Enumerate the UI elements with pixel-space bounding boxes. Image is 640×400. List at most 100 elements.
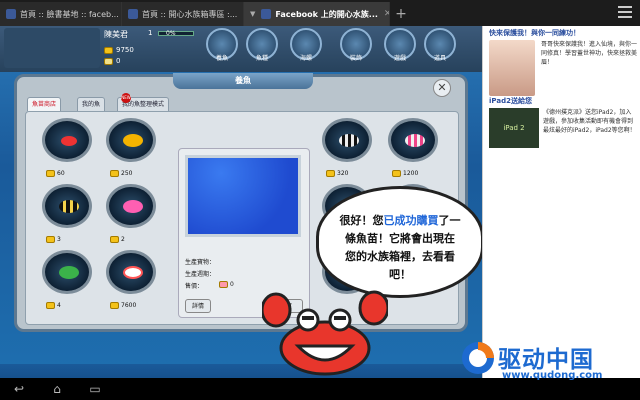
fish-slot[interactable] bbox=[42, 184, 92, 228]
fish-slot[interactable] bbox=[106, 184, 156, 228]
details-button[interactable]: 詳情 bbox=[185, 299, 211, 313]
ad-text-2: 《德州撲克派》送您iPad2，加入遊戲，參加收集活動即有機會得到最炫最好的iPa… bbox=[543, 109, 636, 134]
coin-counter: 9750 bbox=[104, 46, 134, 54]
favicon-icon bbox=[261, 9, 272, 19]
ad-title-2[interactable]: iPad2送給您 bbox=[489, 96, 532, 106]
favicon-icon bbox=[128, 9, 138, 19]
crab-mascot-icon bbox=[262, 290, 388, 376]
price-value: 250 bbox=[121, 170, 133, 177]
speech-bubble-text: 很好！您已成功購買了一 條魚苗！它將會出現在 您的水族箱裡，去看看 吧！ bbox=[324, 212, 476, 284]
gem-counter: 0 bbox=[104, 57, 120, 65]
fish-icon bbox=[59, 266, 79, 279]
coin-icon bbox=[104, 46, 113, 54]
ad-title-1[interactable]: 快來保護我！與你一同練功！ bbox=[489, 28, 639, 38]
recent-apps-icon[interactable]: ▭ bbox=[86, 382, 104, 396]
close-icon[interactable]: ✕ bbox=[433, 79, 451, 97]
coin-icon bbox=[46, 302, 55, 309]
level-number: 1 bbox=[148, 29, 153, 37]
system-nav-bar: ↩ ⌂ ▭ bbox=[0, 378, 640, 400]
ad-column: 快來保護我！與你一同練功！ 哥哥快來保護我！進入仙境，與你一同修真！學習蓋世神功… bbox=[482, 26, 640, 378]
bubble-line-3: 您的水族箱裡，去看看 bbox=[345, 250, 455, 263]
fish-slot[interactable] bbox=[42, 118, 92, 162]
tab-dropdown-icon[interactable]: ▼ bbox=[250, 10, 255, 18]
tab-label: 首頁 :: 臉書基地 :: faceb... bbox=[20, 9, 119, 19]
fish-slot[interactable] bbox=[388, 118, 438, 162]
production-label: 生產寶物： bbox=[185, 259, 216, 266]
fish-slot[interactable] bbox=[106, 250, 156, 294]
fish-icon bbox=[61, 136, 77, 146]
fish-icon bbox=[123, 200, 143, 213]
price-label: 售價： bbox=[185, 283, 204, 290]
browser-tab-2[interactable]: 首頁 :: 開心水族箱專區 :... bbox=[122, 2, 244, 26]
fish-icon bbox=[123, 266, 143, 279]
coin-icon bbox=[46, 236, 55, 243]
browser-tab-3[interactable]: ▼ Facebook 上的開心水族... ✕ bbox=[244, 2, 390, 26]
game-top-bar: 陳美君 1 0% 9750 0 養魚 魚種 海螺 裝飾 遊戲 道具 bbox=[0, 26, 482, 72]
screen: 首頁 :: 臉書基地 :: faceb... 首頁 :: 開心水族箱專區 :..… bbox=[0, 0, 640, 400]
tab-my-fish[interactable]: 我的魚 bbox=[77, 97, 106, 111]
price-value: 60 bbox=[57, 170, 65, 177]
menu-label: 養魚 bbox=[215, 55, 228, 62]
bubble-text: 很好！您 bbox=[339, 214, 384, 227]
coin-icon bbox=[326, 170, 335, 177]
fish-icon bbox=[59, 200, 79, 213]
fish-price: 3 bbox=[46, 236, 61, 243]
menu-label: 裝飾 bbox=[349, 55, 362, 62]
fish-price: 4 bbox=[46, 302, 61, 309]
level-percent: 0% bbox=[166, 30, 176, 37]
coin-icon bbox=[110, 236, 119, 243]
ad-text-1: 哥哥快來保護我！進入仙境，與你一同修真！學習蓋世神功，快來拯救美眉！ bbox=[541, 41, 638, 66]
username: 陳美君 bbox=[104, 30, 128, 39]
level-progress-bar bbox=[158, 31, 194, 36]
fish-slot[interactable] bbox=[106, 118, 156, 162]
bubble-line-4: 吧！ bbox=[389, 268, 411, 281]
bubble-highlight: 已成功購買 bbox=[383, 214, 439, 227]
new-badge: NEW bbox=[121, 93, 131, 103]
price-value: 1200 bbox=[403, 170, 419, 177]
fish-icon bbox=[123, 134, 143, 147]
coin-icon bbox=[46, 170, 55, 177]
back-icon[interactable]: ↩ bbox=[10, 382, 28, 396]
price-display: 0 bbox=[219, 281, 234, 288]
new-tab-button[interactable]: + bbox=[390, 2, 412, 26]
fish-icon bbox=[339, 134, 359, 147]
fish-price: 1200 bbox=[392, 170, 418, 177]
home-icon[interactable]: ⌂ bbox=[48, 382, 66, 396]
watermark-logo-icon bbox=[462, 342, 494, 374]
tab-fish-shop[interactable]: 魚苗商店 bbox=[27, 97, 62, 111]
fish-slot[interactable] bbox=[42, 250, 92, 294]
price-value: 3 bbox=[57, 236, 61, 243]
menu-label: 海螺 bbox=[299, 55, 312, 62]
gem-icon bbox=[104, 57, 113, 65]
fish-preview-tank bbox=[185, 155, 301, 237]
browser-tab-1[interactable]: 首頁 :: 臉書基地 :: faceb... bbox=[0, 2, 122, 26]
dialog-title: 養魚 bbox=[173, 73, 313, 89]
shell-icon bbox=[219, 281, 228, 288]
bubble-line-1: 很好！您已成功購買了一 bbox=[324, 212, 476, 230]
price-value: 320 bbox=[337, 170, 349, 177]
avatar-panel bbox=[4, 28, 100, 68]
bubble-line-2: 條魚苗！它將會出現在 bbox=[345, 232, 455, 245]
fish-slot[interactable] bbox=[322, 118, 372, 162]
watermark-text: 驱动中国 bbox=[498, 347, 594, 373]
menu-icon[interactable] bbox=[618, 6, 632, 18]
coin-value: 9750 bbox=[116, 46, 134, 54]
price-value: 0 bbox=[230, 281, 234, 288]
fish-icon bbox=[405, 134, 425, 147]
ad-image-2[interactable]: iPad 2 bbox=[489, 108, 539, 148]
tab-label: 首頁 :: 開心水族箱專區 :... bbox=[142, 9, 238, 19]
price-value: 2 bbox=[121, 236, 125, 243]
menu-label: 魚種 bbox=[255, 55, 268, 62]
price-value: 4 bbox=[57, 302, 61, 309]
coin-icon bbox=[110, 302, 119, 309]
fish-price: 250 bbox=[110, 170, 132, 177]
menu-label: 道具 bbox=[433, 55, 446, 62]
ad-image-1[interactable] bbox=[489, 40, 535, 96]
fish-price: 60 bbox=[46, 170, 65, 177]
price-value: 7600 bbox=[121, 302, 137, 309]
fish-price: 7600 bbox=[110, 302, 136, 309]
favicon-icon bbox=[6, 9, 16, 19]
tab-label: Facebook 上的開心水族... bbox=[275, 9, 378, 19]
fish-price: 2 bbox=[110, 236, 125, 243]
fish-price: 320 bbox=[326, 170, 348, 177]
